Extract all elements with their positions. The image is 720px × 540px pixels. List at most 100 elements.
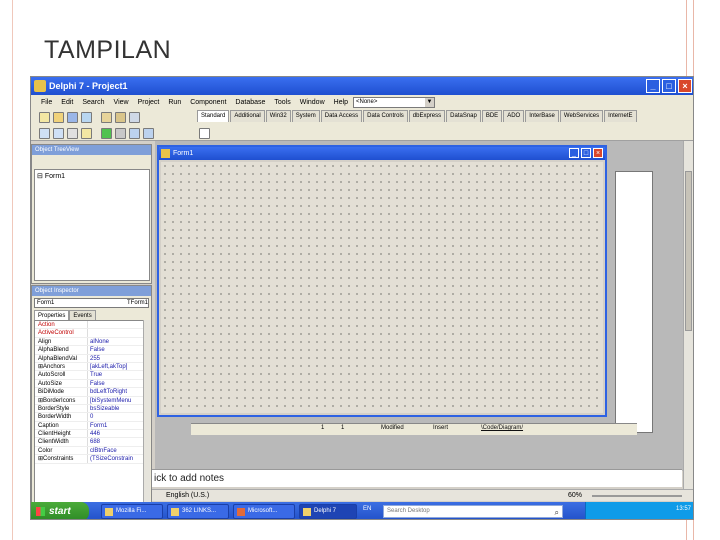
task-delphi[interactable]: Delphi 7 xyxy=(299,504,357,519)
inspector-object-select[interactable]: Form1 TForm1 xyxy=(34,298,149,308)
property-row[interactable]: ClientWidth 688 xyxy=(35,438,143,447)
remove-file-icon[interactable] xyxy=(129,112,140,123)
menu-search[interactable]: Search xyxy=(82,99,104,106)
property-row[interactable]: ActiveControl xyxy=(35,329,143,338)
menu-edit[interactable]: Edit xyxy=(61,99,73,106)
property-value[interactable]: (TSizeConstrain xyxy=(87,455,143,463)
property-value[interactable]: bsSizeable xyxy=(87,404,143,413)
tab-dbexpress[interactable]: dbExpress xyxy=(408,110,446,122)
close-button[interactable]: × xyxy=(678,79,692,93)
tab-internete[interactable]: InternetE xyxy=(604,110,637,122)
open-project-icon[interactable] xyxy=(101,112,112,123)
save-icon[interactable] xyxy=(67,112,78,123)
property-value[interactable]: [akLeft,akTop] xyxy=(87,362,143,371)
trace-into-icon[interactable] xyxy=(129,128,140,139)
property-value[interactable] xyxy=(87,321,143,329)
task-microsoft[interactable]: Microsoft... xyxy=(233,504,295,519)
property-row[interactable]: Action xyxy=(35,321,143,330)
toggle-form-unit-icon[interactable] xyxy=(67,128,78,139)
property-value[interactable]: False xyxy=(87,379,143,388)
property-value[interactable]: 688 xyxy=(87,438,143,446)
tab-data-access[interactable]: Data Access xyxy=(320,110,363,122)
powerpoint-scrollbar[interactable] xyxy=(683,141,693,489)
property-value[interactable]: 255 xyxy=(87,354,143,362)
tab-additional[interactable]: Additional xyxy=(230,110,265,122)
task-links[interactable]: 362 LINKS... xyxy=(167,504,229,519)
desktop-combo[interactable]: <None> ▼ xyxy=(353,97,435,108)
new-form-icon[interactable] xyxy=(81,128,92,139)
treeview-item-form[interactable]: ⊟ Form1 xyxy=(37,172,147,180)
menu-component[interactable]: Component xyxy=(190,99,226,106)
new-icon[interactable] xyxy=(39,112,50,123)
property-value[interactable] xyxy=(87,329,143,337)
language-bar[interactable]: EN xyxy=(363,506,371,512)
form-maximize-button[interactable]: □ xyxy=(581,148,591,158)
zoom-slider[interactable] xyxy=(592,495,682,497)
tab-datasnap[interactable]: DataSnap xyxy=(446,110,481,122)
tab-webservices[interactable]: WebServices xyxy=(559,110,604,122)
scrollbar-thumb[interactable] xyxy=(685,171,692,331)
desktop-search-input[interactable]: Search Desktop ⌕ xyxy=(383,505,563,518)
menu-window[interactable]: Window xyxy=(300,99,325,106)
chevron-down-icon[interactable]: ▼ xyxy=(425,98,434,107)
property-row[interactable]: BorderWidth 0 xyxy=(35,413,143,422)
search-icon[interactable]: ⌕ xyxy=(555,507,559,518)
property-row[interactable]: AlphaBlendVal 255 xyxy=(35,354,143,363)
tab-standard[interactable]: Standard xyxy=(197,110,230,122)
form-close-button[interactable]: × xyxy=(593,148,603,158)
add-file-icon[interactable] xyxy=(115,112,126,123)
property-value[interactable]: True xyxy=(87,371,143,379)
property-value[interactable]: 0 xyxy=(87,413,143,421)
property-row[interactable]: AlphaBlend False xyxy=(35,346,143,355)
tab-ado[interactable]: ADO xyxy=(503,110,525,122)
maximize-button[interactable]: □ xyxy=(662,79,676,93)
task-mozilla[interactable]: Mozilla Fi... xyxy=(101,504,163,519)
property-row[interactable]: ⊞Constraints (TSizeConstrain xyxy=(35,455,143,464)
form-design-grid[interactable] xyxy=(161,162,603,413)
view-unit-icon[interactable] xyxy=(39,128,50,139)
property-value[interactable]: [biSystemMenu xyxy=(87,396,143,404)
property-row[interactable]: AutoSize False xyxy=(35,379,143,389)
menu-file[interactable]: File xyxy=(41,99,52,106)
property-row[interactable]: AutoScroll True xyxy=(35,371,143,380)
code-diagram-tabs[interactable]: \Code/Diagram/ xyxy=(481,425,523,431)
menu-run[interactable]: Run xyxy=(168,99,181,106)
property-row[interactable]: ⊞BorderIcons [biSystemMenu xyxy=(35,396,143,405)
menu-view[interactable]: View xyxy=(114,99,129,106)
tab-bde[interactable]: BDE xyxy=(481,110,503,122)
minimize-button[interactable]: _ xyxy=(646,79,660,93)
pause-icon[interactable] xyxy=(115,128,126,139)
view-form-icon[interactable] xyxy=(53,128,64,139)
menu-project[interactable]: Project xyxy=(138,99,160,106)
start-button[interactable]: start xyxy=(31,502,89,519)
inspector-scrollbar[interactable] xyxy=(143,320,150,515)
step-over-icon[interactable] xyxy=(143,128,154,139)
open-icon[interactable] xyxy=(53,112,64,123)
tab-system[interactable]: System xyxy=(291,110,320,122)
pointer-icon[interactable] xyxy=(199,128,210,139)
run-icon[interactable] xyxy=(101,128,112,139)
property-value[interactable]: clBtnFace xyxy=(87,446,143,455)
property-row[interactable]: BorderStyle bsSizeable xyxy=(35,404,143,414)
property-value[interactable]: alNone xyxy=(87,337,143,346)
property-value[interactable]: 446 xyxy=(87,430,143,438)
property-row[interactable]: Color clBtnFace xyxy=(35,446,143,456)
property-row[interactable]: Caption Form1 xyxy=(35,421,143,431)
property-row[interactable]: Align alNone xyxy=(35,337,143,347)
menu-database[interactable]: Database xyxy=(235,99,265,106)
form-minimize-button[interactable]: _ xyxy=(569,148,579,158)
save-all-icon[interactable] xyxy=(81,112,92,123)
property-value[interactable]: Form1 xyxy=(87,421,143,430)
property-row[interactable]: ⊞Anchors [akLeft,akTop] xyxy=(35,362,143,372)
menu-help[interactable]: Help xyxy=(334,99,348,106)
tab-win32[interactable]: Win32 xyxy=(265,110,291,122)
property-value[interactable]: False xyxy=(87,346,143,354)
property-row[interactable]: ClientHeight 446 xyxy=(35,430,143,439)
form-designer-window[interactable]: Form1 _ □ × xyxy=(157,145,607,417)
notes-pane[interactable]: ick to add notes xyxy=(152,469,682,487)
property-value[interactable]: bdLeftToRight xyxy=(87,388,143,396)
property-row[interactable]: BiDiMode bdLeftToRight xyxy=(35,388,143,397)
tab-data-controls[interactable]: Data Controls xyxy=(363,110,408,122)
menu-tools[interactable]: Tools xyxy=(274,99,290,106)
tab-interbase[interactable]: InterBase xyxy=(525,110,559,122)
